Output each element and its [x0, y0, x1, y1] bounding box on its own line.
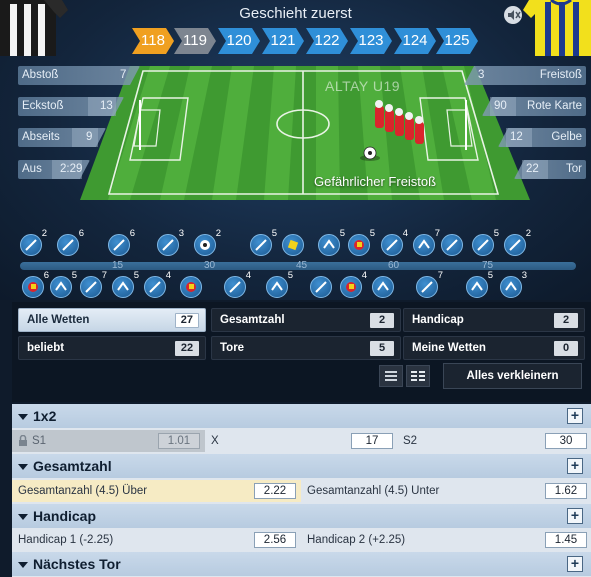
filter-goals[interactable]: Tore 5 — [211, 336, 401, 360]
filter-all-bets[interactable]: Alle Wetten 27 — [18, 308, 206, 332]
market-header-1x2[interactable]: 1x2 + — [12, 404, 591, 428]
sound-toggle-icon[interactable] — [503, 5, 523, 25]
minute-chip[interactable]: 124 — [394, 28, 436, 54]
stat-corner: Eckstoß 13 — [18, 97, 124, 116]
odd-value[interactable]: 1.45 — [545, 532, 587, 548]
odd-value[interactable]: 2.56 — [254, 532, 296, 548]
chevron-down-icon — [18, 414, 28, 421]
timeline-tick: 15 — [112, 260, 124, 271]
minute-chip[interactable]: 120 — [218, 28, 260, 54]
stat-yellow-card: 12 Gelbe — [498, 128, 586, 147]
filter-popular[interactable]: beliebt 22 — [18, 336, 206, 360]
plus-icon[interactable]: + — [567, 556, 583, 572]
stat-free-kick: 3 Freistoß — [464, 66, 586, 85]
timeline-event-marker[interactable]: 4 — [144, 270, 171, 298]
odd-cell-s1: S1 1.01 — [12, 430, 205, 452]
timeline-event-marker[interactable]: 4 — [381, 228, 408, 256]
filter-handicap[interactable]: Handicap 2 — [403, 308, 585, 332]
event-timeline: 15 30 45 60 75 2 6 6 3 2 5 5 5 4 7 5 2 6… — [0, 228, 591, 300]
timeline-corner-marker[interactable]: 6 — [22, 270, 49, 298]
stat-goal-kick: Abstoß 7 — [18, 66, 140, 85]
odd-cell-handicap-1[interactable]: Handicap 1 (-2.25) 2.56 — [12, 529, 301, 551]
market-header-handicap[interactable]: Handicap + — [12, 504, 591, 528]
stat-out: Aus 2:29 — [18, 160, 90, 179]
market-row: Handicap 1 (-2.25) 2.56 Handicap 2 (+2.2… — [12, 529, 591, 551]
timeline-event-marker[interactable] — [310, 276, 332, 298]
market-header-next-goal[interactable]: Nächstes Tor + — [12, 552, 591, 576]
minute-chip[interactable]: 122 — [306, 28, 348, 54]
timeline-event-marker[interactable]: 2 — [504, 228, 531, 256]
timeline-event-marker[interactable]: 7 — [413, 228, 440, 256]
timeline-event-marker[interactable]: 5 — [112, 270, 139, 298]
list-icon — [385, 371, 397, 381]
timeline-card-marker[interactable] — [282, 234, 304, 256]
odd-cell-over[interactable]: Gesamtanzahl (4.5) Über 2.22 — [12, 480, 301, 502]
plus-icon[interactable]: + — [567, 508, 583, 524]
timeline-event-marker[interactable]: 4 — [224, 270, 251, 298]
timeline-event-marker[interactable]: 6 — [57, 228, 84, 256]
collapse-all-button[interactable]: Alles verkleinern — [443, 363, 582, 389]
market-header-total[interactable]: Gesamtzahl + — [12, 454, 591, 478]
timeline-event-marker[interactable]: 5 — [318, 228, 345, 256]
timeline-event-marker[interactable]: 5 — [250, 228, 277, 256]
market-row: S1 1.01 X 17 S2 30 — [12, 430, 591, 452]
stat-offside: Abseits 9 — [18, 128, 106, 147]
filter-total[interactable]: Gesamtzahl 2 — [211, 308, 401, 332]
timeline-corner-marker[interactable] — [180, 276, 202, 298]
timeline-event-marker[interactable]: 5 — [472, 228, 499, 256]
stat-goal: 22 Tor — [514, 160, 586, 179]
odd-cell-handicap-2[interactable]: Handicap 2 (+2.25) 1.45 — [301, 529, 591, 551]
lock-icon — [19, 435, 27, 447]
timeline-event-marker[interactable]: 5 — [50, 270, 77, 298]
grid-view-button[interactable] — [406, 365, 430, 387]
filter-my-bets[interactable]: Meine Wetten 0 — [403, 336, 585, 360]
timeline-event-marker[interactable] — [372, 276, 394, 298]
minute-chip[interactable]: 118 — [132, 28, 174, 54]
event-description: Gefährlicher Freistoß — [314, 174, 437, 189]
odd-value[interactable]: 1.62 — [545, 483, 587, 499]
grid-icon — [411, 371, 425, 381]
timeline-goal-marker[interactable]: 2 — [194, 228, 221, 256]
timeline-event-marker[interactable]: 5 — [466, 270, 493, 298]
odd-value[interactable]: 30 — [545, 433, 587, 449]
timeline-event-marker[interactable]: 3 — [157, 228, 184, 256]
minute-chip[interactable]: 125 — [436, 28, 478, 54]
odd-cell-s2[interactable]: S2 30 — [397, 430, 591, 452]
match-tracker: Geschieht zuerst 118 119 120 121 122 123… — [0, 0, 591, 300]
timeline-event-marker[interactable]: 7 — [416, 270, 443, 298]
timeline-corner-marker[interactable]: 4 — [340, 270, 367, 298]
timeline-event-marker[interactable]: 5 — [266, 270, 293, 298]
timeline-tick: 60 — [388, 260, 400, 271]
timeline-event-marker[interactable]: 3 — [500, 270, 527, 298]
plus-icon[interactable]: + — [567, 408, 583, 424]
timeline-tick: 45 — [296, 260, 308, 271]
minute-chip[interactable]: 121 — [262, 28, 304, 54]
timeline-corner-marker[interactable]: 5 — [348, 228, 375, 256]
plus-icon[interactable]: + — [567, 458, 583, 474]
timeline-event-marker[interactable]: 2 — [20, 228, 47, 256]
market-row: Gesamtanzahl (4.5) Über 2.22 Gesamtanzah… — [12, 480, 591, 502]
odd-cell-x[interactable]: X 17 — [205, 430, 397, 452]
betting-markets: 1x2 + S1 1.01 X 17 S2 30 Gesamtzahl + Ge… — [12, 404, 591, 577]
bet-filters: Alle Wetten 27 beliebt 22 Gesamtzahl 2 T… — [12, 302, 591, 402]
odd-value: 1.01 — [158, 433, 200, 449]
odd-cell-under[interactable]: Gesamtanzahl (4.5) Unter 1.62 — [301, 480, 591, 502]
chevron-down-icon — [18, 514, 28, 521]
timeline-event-marker[interactable]: 6 — [108, 228, 135, 256]
list-view-button[interactable] — [379, 365, 403, 387]
stat-red-card: 90 Rote Karte — [482, 97, 586, 116]
chevron-down-icon — [18, 562, 28, 569]
timeline-event-marker[interactable] — [441, 234, 463, 256]
away-jersey-icon — [523, 0, 591, 56]
minute-chip[interactable]: 119 — [174, 28, 216, 54]
chevron-down-icon — [18, 464, 28, 471]
minute-chip[interactable]: 123 — [350, 28, 392, 54]
odd-value[interactable]: 2.22 — [254, 483, 296, 499]
timeline-tick: 30 — [204, 260, 216, 271]
team-name: ALTAY U19 — [325, 78, 401, 94]
odd-value[interactable]: 17 — [351, 433, 393, 449]
timeline-event-marker[interactable]: 7 — [80, 270, 107, 298]
